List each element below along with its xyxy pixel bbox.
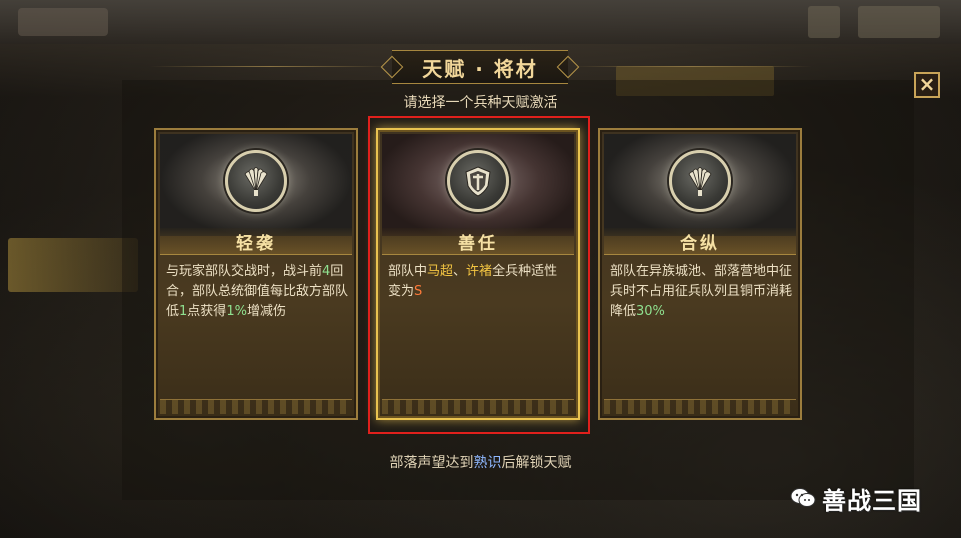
footer-segment: 部落声望达到 [389, 455, 474, 471]
desc-segment: 点获得 [187, 304, 227, 319]
top-right-button[interactable] [808, 6, 840, 38]
chat-bubble-icon [790, 488, 816, 507]
talent-card-1[interactable]: 轻袭 与玩家部队交战时，战斗前4回合，部队总统御值每比敌方部队低1点获得1%增减… [154, 128, 358, 420]
selection-highlight-frame [368, 116, 590, 434]
title-divider-left [150, 66, 390, 67]
dialog-title: 天赋 · 将材 [392, 50, 568, 84]
talent-name: 轻袭 [160, 228, 352, 255]
unlock-hint: 部落声望达到熟识后解锁天赋 [0, 452, 961, 472]
side-tab[interactable] [8, 238, 138, 292]
desc-segment: 1% [226, 304, 247, 319]
feather-fan-icon [225, 150, 287, 212]
talent-description: 与玩家部队交战时，战斗前4回合，部队总统御值每比敌方部队低1点获得1%增减伤 [166, 262, 348, 322]
card-ornament [160, 399, 352, 414]
feather-fan-icon [669, 150, 731, 212]
talent-name: 合纵 [604, 228, 796, 255]
desc-segment: 30% [636, 304, 665, 319]
footer-segment: 熟识 [473, 455, 502, 471]
top-right-menu-button[interactable] [858, 6, 940, 38]
dialog-subtitle: 请选择一个兵种天赋激活 [403, 95, 558, 111]
desc-segment: 与玩家部队交战时，战斗前 [166, 264, 323, 279]
card-ornament [604, 399, 796, 414]
watermark: 善战三国 [790, 478, 950, 518]
talent-description: 部队在异族城池、部落营地中征兵时不占用征兵队列且铜币消耗降低30% [610, 262, 792, 322]
desc-segment: 增减伤 [246, 304, 286, 319]
title-divider-right [572, 66, 812, 67]
talent-card-3[interactable]: 合纵 部队在异族城池、部落营地中征兵时不占用征兵队列且铜币消耗降低30% [598, 128, 802, 420]
top-left-tab[interactable] [18, 8, 108, 36]
watermark-text: 善战三国 [822, 486, 922, 515]
footer-segment: 后解锁天赋 [501, 455, 572, 471]
close-button[interactable]: × [914, 72, 940, 98]
